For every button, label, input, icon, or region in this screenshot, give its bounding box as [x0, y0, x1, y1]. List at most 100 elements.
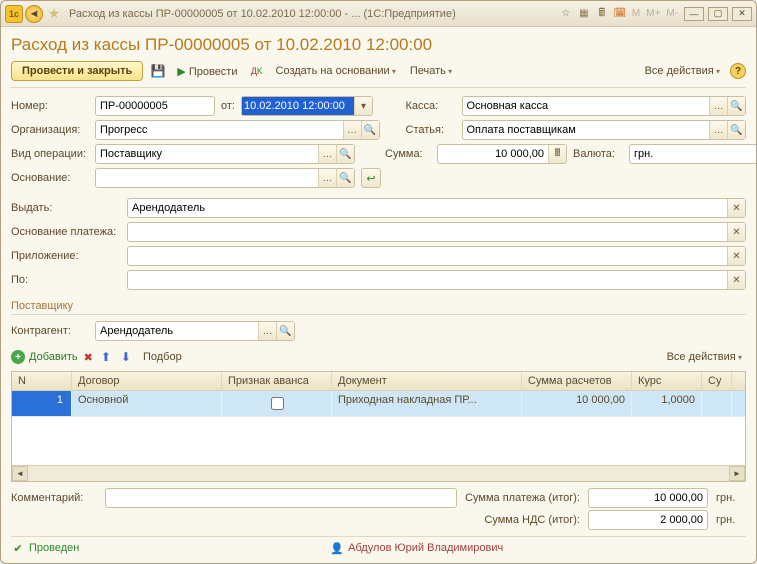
sum-input[interactable]	[438, 145, 548, 163]
cell-doc[interactable]: Приходная накладная ПР...	[332, 391, 522, 416]
hscrollbar[interactable]: ◄ ►	[12, 465, 745, 481]
currency-input[interactable]	[630, 145, 756, 163]
payment-basis-field[interactable]: ✕	[127, 222, 746, 242]
date-spinner-icon[interactable]: ▾	[354, 97, 372, 115]
fav-small-icon[interactable]: ☆	[558, 6, 574, 22]
delete-row-icon[interactable]: ✖	[84, 351, 93, 364]
back-icon[interactable]: ◄	[25, 5, 43, 23]
th-sum[interactable]: Сумма расчетов	[522, 372, 632, 390]
favorite-icon[interactable]: ★	[45, 5, 63, 23]
date-value[interactable]: 10.02.2010 12:00:00	[242, 97, 354, 115]
optype-input[interactable]	[96, 145, 318, 163]
counterparty-input[interactable]	[96, 322, 258, 340]
author-info[interactable]: 👤 Абдулов Юрий Владимирович	[330, 541, 503, 555]
basis-select-icon[interactable]: …	[318, 169, 336, 187]
kassa-open-icon[interactable]: 🔍	[727, 97, 745, 115]
kassa-input[interactable]	[463, 97, 710, 115]
help-icon[interactable]: ?	[730, 63, 746, 79]
move-down-icon[interactable]: ⬇	[119, 350, 133, 364]
cell-kurs[interactable]: 1,0000	[632, 391, 702, 416]
move-up-icon[interactable]: ⬆	[99, 350, 113, 364]
cell-su[interactable]	[702, 391, 732, 416]
attachment-input[interactable]	[128, 247, 727, 265]
memory-mplus[interactable]: M+	[644, 8, 662, 19]
th-avans[interactable]: Признак аванса	[222, 372, 332, 390]
table-row[interactable]: 1 Основной Приходная накладная ПР... 10 …	[12, 391, 745, 417]
avans-checkbox[interactable]	[271, 397, 284, 410]
memory-m[interactable]: M	[630, 8, 642, 19]
all-actions-button[interactable]: Все действия	[641, 63, 724, 79]
tool-icon[interactable]: ▦	[576, 6, 592, 22]
basis-field[interactable]: … 🔍	[95, 168, 355, 188]
minimize-button[interactable]: —	[684, 7, 704, 21]
cell-avans[interactable]	[222, 391, 332, 416]
org-select-icon[interactable]: …	[343, 121, 361, 139]
counterparty-open-icon[interactable]: 🔍	[276, 322, 294, 340]
table-all-actions[interactable]: Все действия	[663, 349, 746, 365]
close-button[interactable]: ✕	[732, 7, 752, 21]
org-field[interactable]: … 🔍	[95, 120, 380, 140]
save-icon[interactable]: 💾	[149, 62, 167, 80]
paysum-currency: грн.	[716, 492, 746, 504]
th-doc[interactable]: Документ	[332, 372, 522, 390]
attachment-clear-icon[interactable]: ✕	[727, 247, 745, 265]
po-field[interactable]: ✕	[127, 270, 746, 290]
kassa-select-icon[interactable]: …	[709, 97, 727, 115]
scroll-left-icon[interactable]: ◄	[12, 466, 28, 481]
dt-kt-icon[interactable]: ДК	[248, 62, 266, 80]
number-input[interactable]	[96, 97, 214, 115]
optype-open-icon[interactable]: 🔍	[336, 145, 354, 163]
comment-input[interactable]	[106, 489, 456, 507]
paysum-field	[588, 488, 708, 508]
fill-basis-icon[interactable]: ↩	[361, 168, 381, 188]
select-button[interactable]: Подбор	[139, 349, 186, 365]
po-input[interactable]	[128, 271, 727, 289]
th-n[interactable]: N	[12, 372, 72, 390]
currency-field[interactable]: … 🔍	[629, 144, 756, 164]
calculator-icon[interactable]: 🖩	[594, 6, 610, 22]
th-su[interactable]: Су	[702, 372, 732, 390]
create-based-button[interactable]: Создать на основании	[272, 63, 400, 79]
maximize-button[interactable]: ▢	[708, 7, 728, 21]
attachment-field[interactable]: ✕	[127, 246, 746, 266]
th-kurs[interactable]: Курс	[632, 372, 702, 390]
sum-calc-icon[interactable]: 🖩	[548, 145, 566, 163]
basis-open-icon[interactable]: 🔍	[336, 169, 354, 187]
article-label: Статья:	[406, 124, 456, 136]
calendar-icon[interactable]: 🗓	[612, 6, 628, 22]
vat-field	[588, 510, 708, 530]
issue-field[interactable]: ✕	[127, 198, 746, 218]
basis-input[interactable]	[96, 169, 318, 187]
payment-basis-input[interactable]	[128, 223, 727, 241]
cell-n[interactable]: 1	[12, 391, 72, 416]
article-open-icon[interactable]: 🔍	[727, 121, 745, 139]
po-clear-icon[interactable]: ✕	[727, 271, 745, 289]
article-field[interactable]: … 🔍	[462, 120, 747, 140]
counterparty-select-icon[interactable]: …	[258, 322, 276, 340]
comment-field[interactable]	[105, 488, 457, 508]
status-bar: ✔ Проведен 👤 Абдулов Юрий Владимирович	[11, 536, 746, 555]
date-field[interactable]: 10.02.2010 12:00:00 ▾	[241, 96, 373, 116]
article-select-icon[interactable]: …	[709, 121, 727, 139]
counterparty-field[interactable]: … 🔍	[95, 321, 295, 341]
cell-sum[interactable]: 10 000,00	[522, 391, 632, 416]
org-input[interactable]	[96, 121, 343, 139]
org-open-icon[interactable]: 🔍	[361, 121, 379, 139]
add-button[interactable]: +Добавить	[11, 350, 78, 364]
cell-dogovor[interactable]: Основной	[72, 391, 222, 416]
scroll-right-icon[interactable]: ►	[729, 466, 745, 481]
print-button[interactable]: Печать	[406, 63, 456, 79]
number-field[interactable]	[95, 96, 215, 116]
memory-mminus[interactable]: M-	[664, 8, 680, 19]
payment-basis-clear-icon[interactable]: ✕	[727, 223, 745, 241]
sum-field[interactable]: 🖩	[437, 144, 567, 164]
kassa-field[interactable]: … 🔍	[462, 96, 747, 116]
issue-input[interactable]	[128, 199, 727, 217]
optype-select-icon[interactable]: …	[318, 145, 336, 163]
post-button[interactable]: ▶ Провести	[173, 63, 241, 80]
th-dogovor[interactable]: Договор	[72, 372, 222, 390]
article-input[interactable]	[463, 121, 710, 139]
post-and-close-button[interactable]: Провести и закрыть	[11, 61, 143, 81]
optype-field[interactable]: … 🔍	[95, 144, 355, 164]
issue-clear-icon[interactable]: ✕	[727, 199, 745, 217]
